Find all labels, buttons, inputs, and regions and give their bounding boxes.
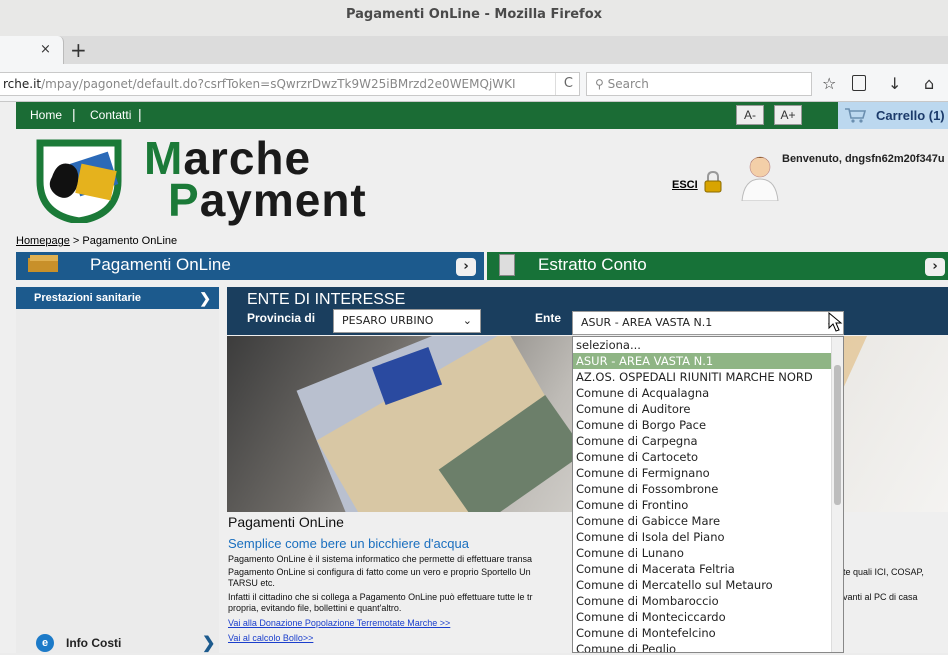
dropdown-option[interactable]: Comune di Fossombrone	[573, 481, 843, 497]
breadcrumb-home-link[interactable]: Homepage	[16, 235, 70, 247]
content-paragraph-4: Infatti il cittadino che si collega a Pa…	[228, 592, 533, 602]
content-paragraph-4-tail: vanti al PC di casa	[843, 592, 918, 602]
dropdown-option[interactable]: Comune di Mercatello sul Metauro	[573, 577, 843, 593]
nav-separator: |	[72, 106, 76, 122]
content-paragraph-2: Pagamento OnLine si configura di fatto c…	[228, 567, 531, 577]
logout-link[interactable]: ESCI	[672, 179, 698, 191]
cart-icon	[845, 108, 866, 123]
close-tab-icon[interactable]: ×	[40, 42, 51, 57]
info-costi-icon: e	[36, 634, 54, 652]
dropdown-option[interactable]: Comune di Cartoceto	[573, 449, 843, 465]
sidebar: Prestazioni sanitarie ❯ e Info Costi ❯	[16, 287, 219, 653]
donazione-link[interactable]: Vai alla Donazione Popolazione Terremota…	[228, 618, 450, 628]
ente-dropdown-list[interactable]: seleziona... ASUR - AREA VASTA N.1 AZ.OS. …	[572, 336, 844, 653]
dropdown-option[interactable]: Comune di Mombaroccio	[573, 593, 843, 609]
content-subtitle: Semplice come bere un bicchiere d'acqua	[228, 536, 469, 551]
home-icon[interactable]: ⌂	[924, 74, 934, 93]
dropdown-option[interactable]: Comune di Peglio	[573, 641, 843, 652]
new-tab-icon[interactable]: +	[70, 38, 87, 62]
dropdown-option[interactable]: Comune di Carpegna	[573, 433, 843, 449]
calcolo-bollo-link[interactable]: Vai al calcolo Bollo>>	[228, 633, 313, 643]
chevron-right-icon: ❯	[199, 290, 211, 306]
address-bar[interactable]: rche.it/mpay/pagonet/default.do?csrfToke…	[0, 72, 580, 96]
pagamenti-online-bar[interactable]: Pagamenti OnLine ›	[16, 252, 484, 280]
font-decrease-button[interactable]: A-	[736, 105, 764, 125]
dropdown-option[interactable]: Comune di Fermignano	[573, 465, 843, 481]
pagamenti-online-title: Pagamenti OnLine	[90, 255, 231, 274]
info-costi-link[interactable]: e Info Costi ❯	[36, 633, 219, 655]
info-costi-label: Info Costi	[66, 636, 122, 650]
calculator-icon	[499, 254, 515, 276]
cart-label: Carrello (1)	[876, 108, 945, 123]
content-paragraph-2-tail: te quali ICI, COSAP,	[843, 567, 924, 577]
marche-payment-logo-icon[interactable]	[34, 137, 124, 223]
site-header: Marche Payment ESCI Benvenuto, dngsfn62m…	[16, 129, 948, 235]
dropdown-option[interactable]: Comune di Acqualagna	[573, 385, 843, 401]
dropdown-option[interactable]: Comune di Auditore	[573, 401, 843, 417]
chevron-right-icon: ❯	[202, 635, 216, 652]
dropdown-option[interactable]: ASUR - AREA VASTA N.1	[573, 353, 843, 369]
breadcrumb: Homepage > Pagamento OnLine	[16, 235, 177, 247]
content-title: Pagamenti OnLine	[228, 514, 344, 530]
dropdown-option[interactable]: Comune di Montefelcino	[573, 625, 843, 641]
logo-text-payment: Payment	[168, 174, 367, 226]
provincia-label: Provincia di	[247, 311, 316, 325]
search-placeholder: Search	[607, 77, 649, 91]
navigation-bar: rche.it/mpay/pagonet/default.do?csrfToke…	[0, 64, 948, 102]
dropdown-option[interactable]: AZ.OS. OSPEDALI RIUNITI MARCHE NORD	[573, 369, 843, 385]
provincia-selected-value: PESARO URBINO	[342, 314, 434, 327]
url-host: rche.it	[3, 77, 42, 91]
dropdown-option[interactable]: Comune di Isola del Piano	[573, 529, 843, 545]
wallet-icon	[28, 255, 58, 272]
bookmark-star-icon[interactable]: ☆	[822, 74, 836, 93]
sidebar-item-prestazioni-sanitarie[interactable]: Prestazioni sanitarie ❯	[16, 287, 219, 309]
dropdown-option[interactable]: Comune di Monteciccardo	[573, 609, 843, 625]
dropdown-option[interactable]: Comune di Lunano	[573, 545, 843, 561]
search-icon: ⚲	[595, 77, 604, 91]
dropdown-option[interactable]: Comune di Macerata Feltria	[573, 561, 843, 577]
scrollbar-thumb[interactable]	[834, 365, 841, 505]
provincia-select[interactable]: PESARO URBINO ⌄	[333, 309, 481, 333]
user-avatar-icon	[741, 156, 779, 201]
top-navigation: Home | Contatti | A- A+ Carrello (1)	[16, 102, 948, 129]
ente-label: Ente	[535, 311, 562, 325]
content-paragraph-3: TARSU etc.	[228, 578, 275, 588]
mouse-cursor-icon	[828, 312, 843, 332]
nav-contatti-link[interactable]: Contatti	[90, 108, 131, 122]
ente-heading: ENTE DI INTERESSE	[247, 291, 406, 308]
pagamenti-arrow-button[interactable]: ›	[456, 258, 476, 276]
welcome-message: Benvenuto, dngsfn62m20f347u	[782, 153, 945, 165]
estratto-arrow-button[interactable]: ›	[925, 258, 945, 276]
chevron-down-icon: ⌄	[462, 314, 472, 327]
content-paragraph-5: propria, evitando file, bollettini e qua…	[228, 603, 402, 613]
lock-icon[interactable]	[704, 171, 722, 193]
dropdown-option[interactable]: Comune di Gabicce Mare	[573, 513, 843, 529]
browser-tab[interactable]: ×	[0, 36, 64, 64]
content-paragraph-1: Pagamento OnLine è il sistema informatic…	[228, 554, 532, 564]
dropdown-scrollbar[interactable]	[831, 337, 843, 652]
window-title: Pagamenti OnLine - Mozilla Firefox	[0, 0, 948, 36]
nav-home-link[interactable]: Home	[30, 108, 62, 122]
ente-options: seleziona... ASUR - AREA VASTA N.1 AZ.OS. …	[573, 337, 843, 652]
font-increase-button[interactable]: A+	[774, 105, 802, 125]
cart-button[interactable]: Carrello (1)	[838, 102, 948, 129]
bookmarks-library-icon[interactable]	[852, 75, 866, 91]
dropdown-option[interactable]: Comune di Frontino	[573, 497, 843, 513]
nav-separator: |	[138, 106, 142, 122]
dropdown-option[interactable]: seleziona...	[573, 337, 843, 353]
dropdown-option[interactable]: Comune di Borgo Pace	[573, 417, 843, 433]
ente-selected-value: ASUR - AREA VASTA N.1	[581, 316, 713, 329]
estratto-conto-title: Estratto Conto	[538, 255, 647, 274]
breadcrumb-current: > Pagamento OnLine	[69, 235, 178, 247]
url-path: /mpay/pagonet/default.do?csrfToken=sQwrz…	[41, 77, 516, 91]
tab-strip: × +	[0, 36, 948, 64]
search-input[interactable]: ⚲ Search	[586, 72, 812, 96]
reload-icon[interactable]: C	[554, 73, 573, 95]
estratto-conto-bar[interactable]: Estratto Conto ›	[487, 252, 948, 280]
downloads-icon[interactable]: ↓	[888, 74, 901, 93]
ente-select[interactable]: ASUR - AREA VASTA N.1 ⌄	[572, 311, 844, 335]
sidebar-item-label: Prestazioni sanitarie	[34, 292, 141, 304]
